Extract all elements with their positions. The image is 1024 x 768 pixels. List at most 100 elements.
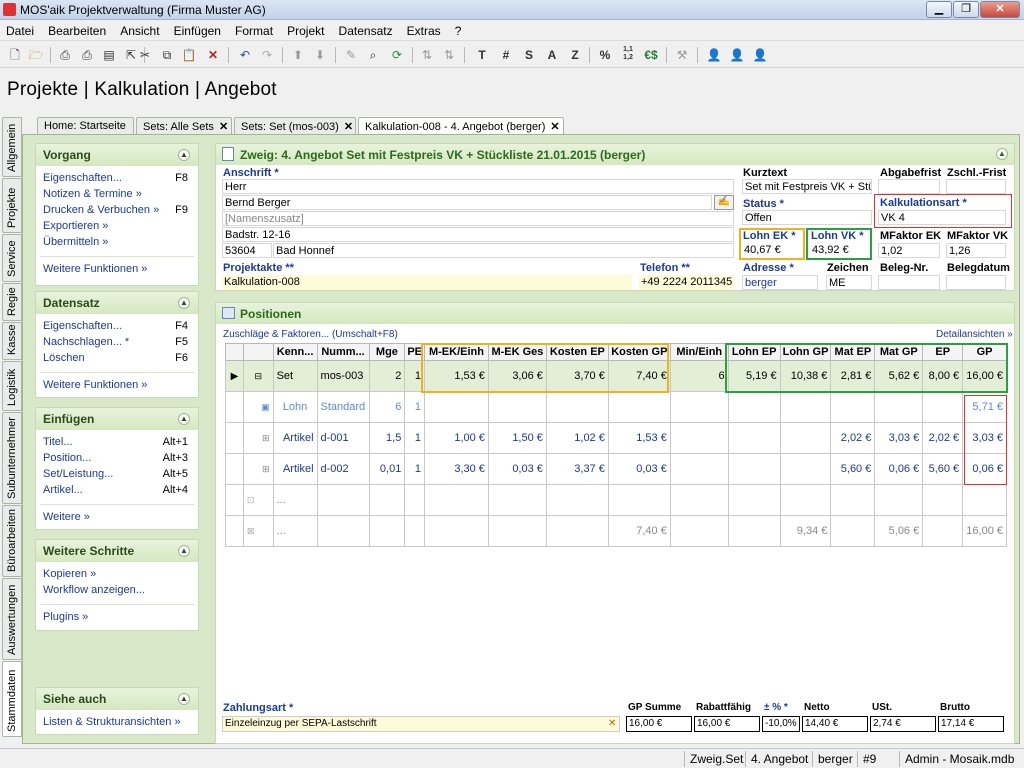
cut-icon[interactable]: ✂ [136,46,154,64]
cell-mek-ges[interactable] [487,391,547,423]
cell-numm[interactable]: d-002 [316,453,370,485]
mfaktor-ek-field[interactable]: 1,02 [878,243,940,258]
cell-lohn-gp[interactable]: 9,34 € [779,515,832,547]
vtab-auswertungen[interactable]: Auswertungen [2,578,22,660]
cell-mek-einh[interactable]: 3,30 € [424,453,489,485]
collapse-icon[interactable]: ▲ [178,297,190,309]
section-header[interactable]: Siehe auch ▲ [36,688,198,710]
collapse-icon[interactable]: ▲ [178,413,190,425]
cell-kosten-ep[interactable] [545,391,609,423]
table-row[interactable]: ⊞ Artikel d-002 0,01 1 3,30 € 0,03 € 3,3… [225,453,1007,485]
cell-kosten-gp[interactable]: 0,03 € [607,453,671,485]
cell-mek-ges[interactable] [487,484,547,516]
cell-numm[interactable]: mos-003 [316,360,370,392]
detailansichten-link[interactable]: Detailansichten » [936,329,1013,340]
section-header[interactable]: Vorgang ▲ [36,144,198,166]
cell-mek-einh[interactable]: 1,00 € [424,422,489,454]
delete-icon[interactable]: ✕ [204,46,222,64]
cell-mek-ges[interactable] [487,515,547,547]
cell-min-einh[interactable] [669,422,729,454]
sidebar-item-drucken[interactable]: Drucken & Verbuchen » F9 [36,203,198,219]
cell-mek-einh[interactable] [424,484,489,516]
cell-lohn-ep[interactable] [727,515,781,547]
projektakte-field[interactable]: Kalkulation-008 [222,275,632,290]
sidebar-item-eigenschaften[interactable]: Eigenschaften... F4 [36,319,198,335]
lohn-ek-field[interactable]: 40,67 € [742,243,802,258]
cell-pe[interactable]: 1 [404,391,426,423]
user-yellow-icon[interactable]: 👤 [728,46,746,64]
find-icon[interactable]: ⌕ [364,46,382,64]
telefon-field[interactable]: +49 2224 2011345 [639,275,734,290]
namenszusatz-field[interactable]: [Namenszusatz] [222,211,734,226]
cell-kenn[interactable]: Artikel [272,453,318,485]
cell-lohn-gp[interactable] [779,422,832,454]
cell-numm[interactable]: d-001 [316,422,370,454]
sidebar-item-workflow[interactable]: Workflow anzeigen... [36,583,198,599]
collapse-icon[interactable]: ▲ [996,148,1008,160]
refresh-icon[interactable]: ⟳ [388,46,406,64]
anrede-field[interactable]: Herr [222,179,734,194]
sidebar-item-uebermitteln[interactable]: Übermitteln » [36,235,198,251]
cell-mat-ep[interactable]: 2,02 € [830,422,876,454]
cell-mek-einh[interactable] [424,515,489,547]
cell-kenn[interactable]: Set [272,360,318,392]
signature-icon[interactable]: ✍ [714,195,734,210]
cell-kosten-ep[interactable] [545,515,609,547]
menu-ansicht[interactable]: Ansicht [114,21,164,38]
cell-min-einh[interactable] [669,515,729,547]
tab-sets-alle[interactable]: Sets: Alle Sets ✕ [136,117,232,135]
close-button[interactable]: ✕ [980,1,1020,18]
cell-min-einh[interactable] [669,391,729,423]
tab-set-mos003[interactable]: Sets: Set (mos-003) ✕ [234,117,356,135]
cell-numm[interactable]: Standard [316,391,370,423]
redo-icon[interactable]: ↷ [258,46,276,64]
cell-kosten-gp[interactable]: 1,53 € [607,422,671,454]
cell-mge[interactable]: 0,01 [368,453,406,485]
section-header[interactable]: Datensatz ▲ [36,292,198,314]
move-down-icon[interactable]: ⬇ [311,46,329,64]
menu-datei[interactable]: Datei [0,21,39,38]
cell-mat-ep[interactable] [830,484,876,516]
lohn-vk-field[interactable]: 43,92 € [810,243,868,258]
column-header[interactable]: Kenn... [272,343,318,361]
menu-help[interactable]: ? [449,21,467,38]
vtab-projekte[interactable]: Projekte [2,178,22,233]
sidebar-item-titel[interactable]: Titel... Alt+1 [36,435,198,451]
minimize-button[interactable]: ▁ [926,1,952,18]
sort-za-icon[interactable]: ⇅ [440,46,458,64]
cell-numm[interactable] [316,484,370,516]
cell-min-einh[interactable]: 6 [669,360,729,392]
mfaktor-vk-field[interactable]: 1,26 [946,243,1006,258]
table-row[interactable]: ⊡ ... [225,484,1007,516]
sidebar-item-eigenschaften[interactable]: Eigenschaften... F8 [36,171,198,187]
sidebar-item-nachschlagen[interactable]: Nachschlagen... * F5 [36,335,198,351]
beleg-nr-field[interactable] [878,275,940,290]
menu-datensatz[interactable]: Datensatz [333,21,398,38]
table-row[interactable]: ⊞ Artikel d-001 1,5 1 1,00 € 1,50 € 1,02… [225,422,1007,454]
open-folder-icon[interactable]: 🗁 [27,46,45,64]
kalkulationsart-field[interactable]: VK 4 [878,210,1006,225]
user-red-icon[interactable]: 👤 [751,46,769,64]
plz-field[interactable]: 53604 [222,243,272,258]
sidebar-item-loeschen[interactable]: Löschen F6 [36,351,198,367]
cell-mek-einh[interactable] [424,391,489,423]
kurztext-field[interactable]: Set mit Festpreis VK + Stückliste [742,179,872,194]
print-icon[interactable]: ⎙ [56,46,74,64]
cell-mek-ges[interactable]: 1,50 € [487,422,547,454]
sidebar-item-notizen[interactable]: Notizen & Termine » [36,187,198,203]
cell-pe[interactable]: 1 [404,453,426,485]
cell-lohn-ep[interactable] [727,484,781,516]
cell-mge[interactable]: 2 [368,360,406,392]
cell-ep[interactable]: 2,02 € [922,422,964,454]
collapse-icon[interactable]: ⊟ [242,360,274,392]
sidebar-item-plugins[interactable]: Plugins » [36,610,198,626]
cell-kenn[interactable]: ... [272,515,318,547]
menu-format[interactable]: Format [229,21,278,38]
cell-mat-ep[interactable] [830,391,876,423]
cell-kenn[interactable]: Artikel [272,422,318,454]
menu-einfuegen[interactable]: Einfügen [168,21,226,38]
edit-icon[interactable]: ✎ [342,46,360,64]
cell-mat-ep[interactable]: 5,60 € [830,453,876,485]
expand-icon[interactable]: ⊞ [242,453,274,485]
cell-lohn-gp[interactable] [779,484,832,516]
